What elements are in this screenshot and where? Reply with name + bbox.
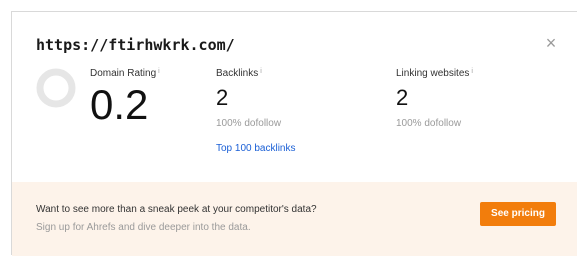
domain-rating-value: 0.2 [90, 81, 149, 128]
upsell-headline: Want to see more than a sneak peek at yo… [36, 204, 317, 215]
linking-websites-label: Linking websites i [396, 68, 473, 79]
backlinks-value: 2 [216, 85, 229, 110]
close-icon[interactable]: × [542, 34, 560, 52]
upsell-subtext: Sign up for Ahrefs and dive deeper into … [36, 222, 251, 233]
backlinks-dofollow: 100% dofollow [216, 118, 282, 129]
domain-url-title: https://ftirhwkrk.com/ [36, 36, 235, 54]
domain-rating-label: Domain Rating i [90, 68, 160, 79]
info-icon[interactable]: i [471, 68, 473, 75]
upsell-footer: Want to see more than a sneak peek at yo… [12, 182, 577, 256]
linking-websites-dofollow: 100% dofollow [396, 118, 462, 129]
info-icon[interactable]: i [260, 68, 262, 75]
domain-rating-ring-icon [36, 68, 76, 108]
linking-websites-label-text: Linking websites [396, 68, 470, 79]
top-backlinks-link[interactable]: Top 100 backlinks [216, 143, 296, 154]
domain-rating-label-text: Domain Rating [90, 68, 157, 79]
site-overview-modal: https://ftirhwkrk.com/ × Domain Rating i … [11, 11, 577, 256]
backlinks-label: Backlinks i [216, 68, 262, 79]
linking-websites-value: 2 [396, 85, 409, 110]
see-pricing-button[interactable]: See pricing [480, 202, 556, 226]
backlinks-label-text: Backlinks [216, 68, 259, 79]
info-icon[interactable]: i [158, 68, 160, 75]
